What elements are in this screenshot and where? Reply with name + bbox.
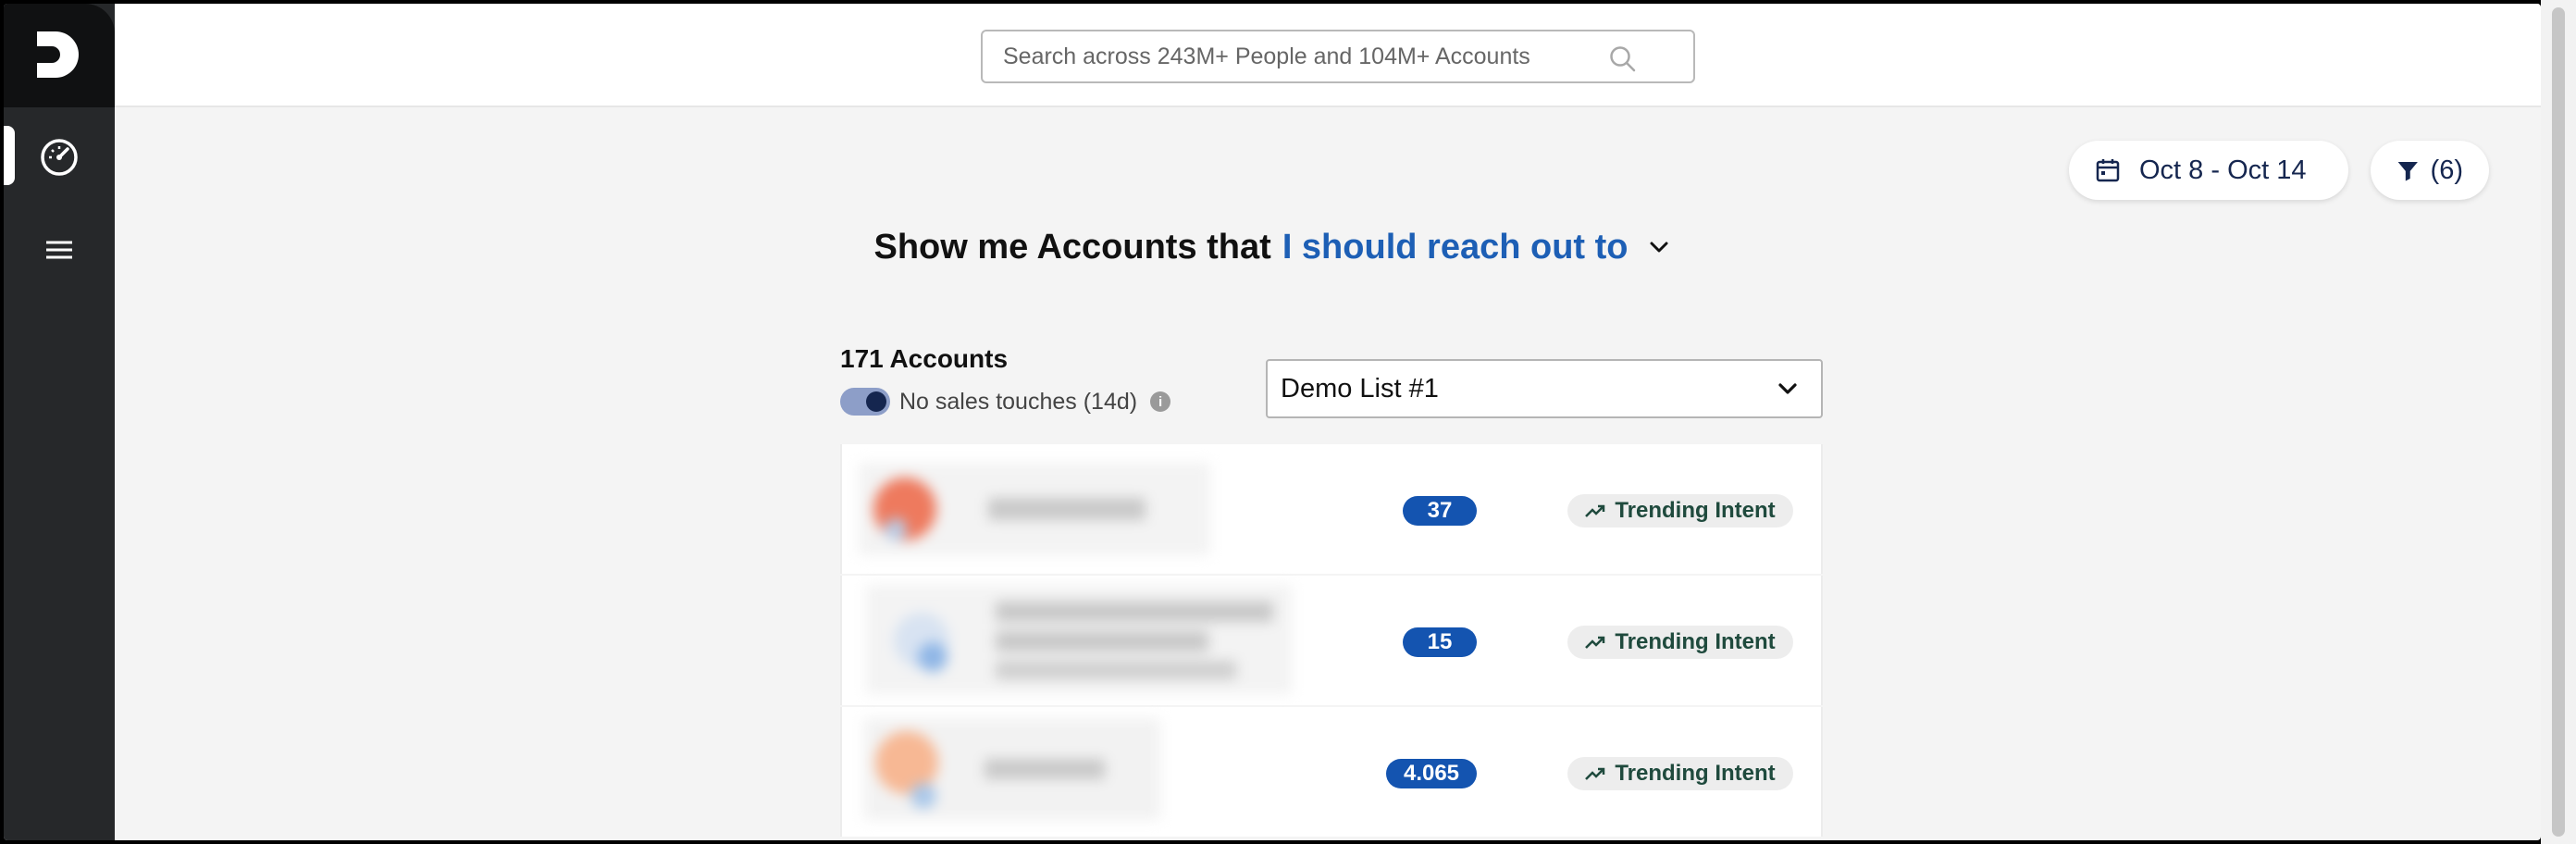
headline-lead: Show me Accounts that: [873, 227, 1271, 267]
app-logo[interactable]: [4, 4, 115, 107]
date-range-label: Oct 8 - Oct 14: [2139, 155, 2307, 185]
trending-up-icon: [1585, 636, 1605, 649]
scrollbar-thumb[interactable]: [2552, 7, 2565, 837]
top-bar: [115, 4, 2541, 107]
filter-button[interactable]: (6): [2371, 141, 2489, 200]
trending-intent-tag: Trending Intent: [1567, 494, 1793, 528]
calendar-icon: [2096, 159, 2120, 182]
list-item[interactable]: 4.065 Trending Intent: [840, 707, 1823, 837]
headline: Show me Accounts that I should reach out…: [4, 224, 2541, 270]
filter-funnel-icon: [2397, 161, 2418, 181]
no-sales-touches-toggle[interactable]: [840, 388, 890, 416]
tag-label: Trending Intent: [1615, 761, 1776, 786]
score-badge: 37: [1403, 496, 1477, 526]
toggle-label: No sales touches (14d): [899, 388, 1138, 415]
tag-label: Trending Intent: [1615, 498, 1776, 523]
company-logo: [866, 585, 1292, 694]
app-window: Oct 8 - Oct 14 (6) Show me Accounts that…: [4, 4, 2541, 840]
sales-touch-filter: No sales touches (14d) i: [840, 387, 1171, 416]
chevron-down-icon[interactable]: [1647, 235, 1671, 259]
accounts-count: 171 Accounts: [840, 344, 1009, 373]
sidebar-item-dashboard[interactable]: [4, 122, 115, 189]
speedometer-icon: [41, 139, 78, 176]
sidebar: [4, 4, 115, 840]
search-box[interactable]: [981, 30, 1695, 83]
logo-d-icon: [37, 31, 79, 78]
company-logo: [864, 718, 1160, 820]
search-icon[interactable]: [1608, 44, 1638, 74]
tag-label: Trending Intent: [1615, 629, 1776, 654]
filter-count: (6): [2430, 155, 2463, 185]
selected-list-label: Demo List #1: [1281, 373, 1439, 403]
score-badge: 4.065: [1386, 759, 1477, 788]
company-logo: [859, 463, 1210, 555]
audience-selector[interactable]: I should reach out to: [1282, 228, 1629, 267]
trending-up-icon: [1585, 767, 1605, 780]
accounts-list: 37 Trending Intent 15 Trending Intent 4.…: [840, 444, 1823, 838]
search-input[interactable]: [1003, 39, 1614, 74]
list-item[interactable]: 37 Trending Intent: [840, 444, 1823, 574]
list-item[interactable]: 15 Trending Intent: [840, 576, 1823, 705]
score-badge: 15: [1403, 627, 1477, 657]
trending-intent-tag: Trending Intent: [1567, 626, 1793, 659]
chevron-down-icon: [1778, 383, 1797, 394]
date-range-button[interactable]: Oct 8 - Oct 14: [2069, 141, 2348, 200]
trending-intent-tag: Trending Intent: [1567, 757, 1793, 790]
trending-up-icon: [1585, 504, 1605, 517]
list-dropdown[interactable]: Demo List #1: [1266, 359, 1823, 418]
info-icon[interactable]: i: [1150, 391, 1171, 412]
